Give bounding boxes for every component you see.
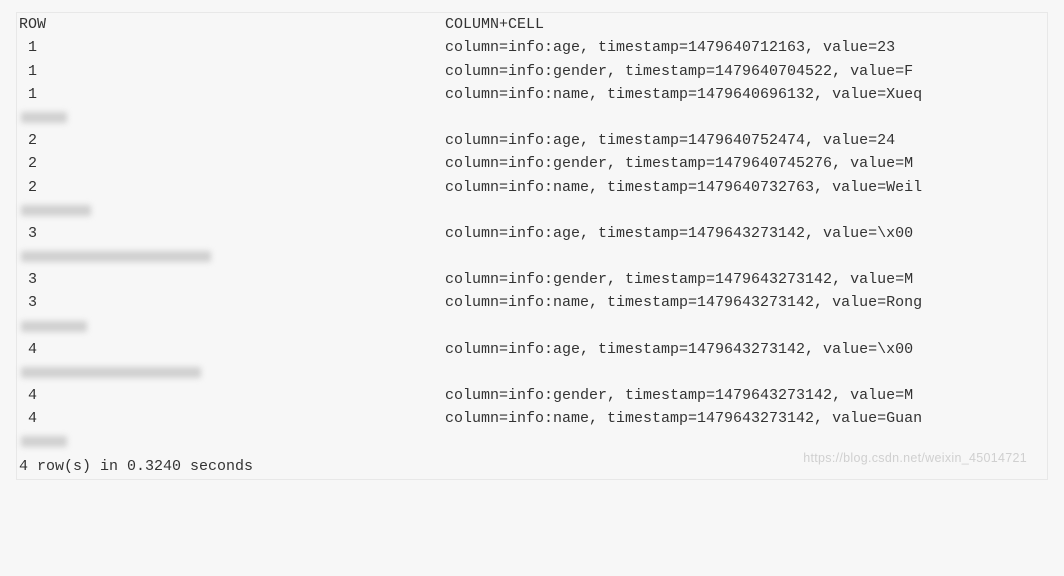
redacted-line — [17, 106, 1047, 129]
row-key: 1 — [17, 83, 445, 106]
cell-value: column=info:gender, timestamp=1479643273… — [445, 384, 1047, 407]
row-key: 1 — [17, 36, 445, 59]
cell-value: column=info:name, timestamp=147964069613… — [445, 83, 1047, 106]
redacted-content — [21, 112, 67, 123]
data-row: 3column=info:age, timestamp=147964327314… — [17, 222, 1047, 245]
header-row-label: ROW — [17, 13, 445, 36]
redacted-content — [21, 321, 87, 332]
row-key: 4 — [17, 338, 445, 361]
terminal-output: ROWCOLUMN+CELL 1column=info:age, timesta… — [16, 12, 1048, 480]
cell-value: column=info:name, timestamp=147964073276… — [445, 176, 1047, 199]
redacted-line — [17, 245, 1047, 268]
redacted-content — [21, 205, 91, 216]
row-key: 3 — [17, 268, 445, 291]
cell-value: column=info:age, timestamp=1479640712163… — [445, 36, 1047, 59]
data-row: 2column=info:gender, timestamp=147964074… — [17, 152, 1047, 175]
cell-value: column=info:age, timestamp=1479640752474… — [445, 129, 1047, 152]
redacted-line — [17, 199, 1047, 222]
row-key: 2 — [17, 176, 445, 199]
redacted-line — [17, 315, 1047, 338]
data-row: 2column=info:name, timestamp=14796407327… — [17, 176, 1047, 199]
row-key: 3 — [17, 222, 445, 245]
data-row: 4column=info:gender, timestamp=147964327… — [17, 384, 1047, 407]
cell-value: column=info:gender, timestamp=1479643273… — [445, 268, 1047, 291]
header-cell-label: COLUMN+CELL — [445, 13, 1047, 36]
row-key: 3 — [17, 291, 445, 314]
cell-value: column=info:gender, timestamp=1479640745… — [445, 152, 1047, 175]
redacted-content — [21, 436, 67, 447]
data-row: 3column=info:name, timestamp=14796432731… — [17, 291, 1047, 314]
row-key: 4 — [17, 384, 445, 407]
redacted-line — [17, 430, 1047, 453]
redacted-content — [21, 251, 211, 262]
row-key: 1 — [17, 60, 445, 83]
data-row: 4column=info:age, timestamp=147964327314… — [17, 338, 1047, 361]
summary-line: 4 row(s) in 0.3240 seconds — [17, 453, 1047, 478]
data-row: 3column=info:gender, timestamp=147964327… — [17, 268, 1047, 291]
data-row: 2column=info:age, timestamp=147964075247… — [17, 129, 1047, 152]
data-row: 1column=info:age, timestamp=147964071216… — [17, 36, 1047, 59]
header-row: ROWCOLUMN+CELL — [17, 13, 1047, 36]
data-row: 1column=info:name, timestamp=14796406961… — [17, 83, 1047, 106]
cell-value: column=info:name, timestamp=147964327314… — [445, 291, 1047, 314]
row-key: 2 — [17, 152, 445, 175]
cell-value: column=info:age, timestamp=1479643273142… — [445, 338, 1047, 361]
row-key: 4 — [17, 407, 445, 430]
cell-value: column=info:gender, timestamp=1479640704… — [445, 60, 1047, 83]
cell-value: column=info:age, timestamp=1479643273142… — [445, 222, 1047, 245]
redacted-line — [17, 361, 1047, 384]
redacted-content — [21, 367, 201, 378]
data-row: 4column=info:name, timestamp=14796432731… — [17, 407, 1047, 430]
data-row: 1column=info:gender, timestamp=147964070… — [17, 60, 1047, 83]
cell-value: column=info:name, timestamp=147964327314… — [445, 407, 1047, 430]
row-key: 2 — [17, 129, 445, 152]
